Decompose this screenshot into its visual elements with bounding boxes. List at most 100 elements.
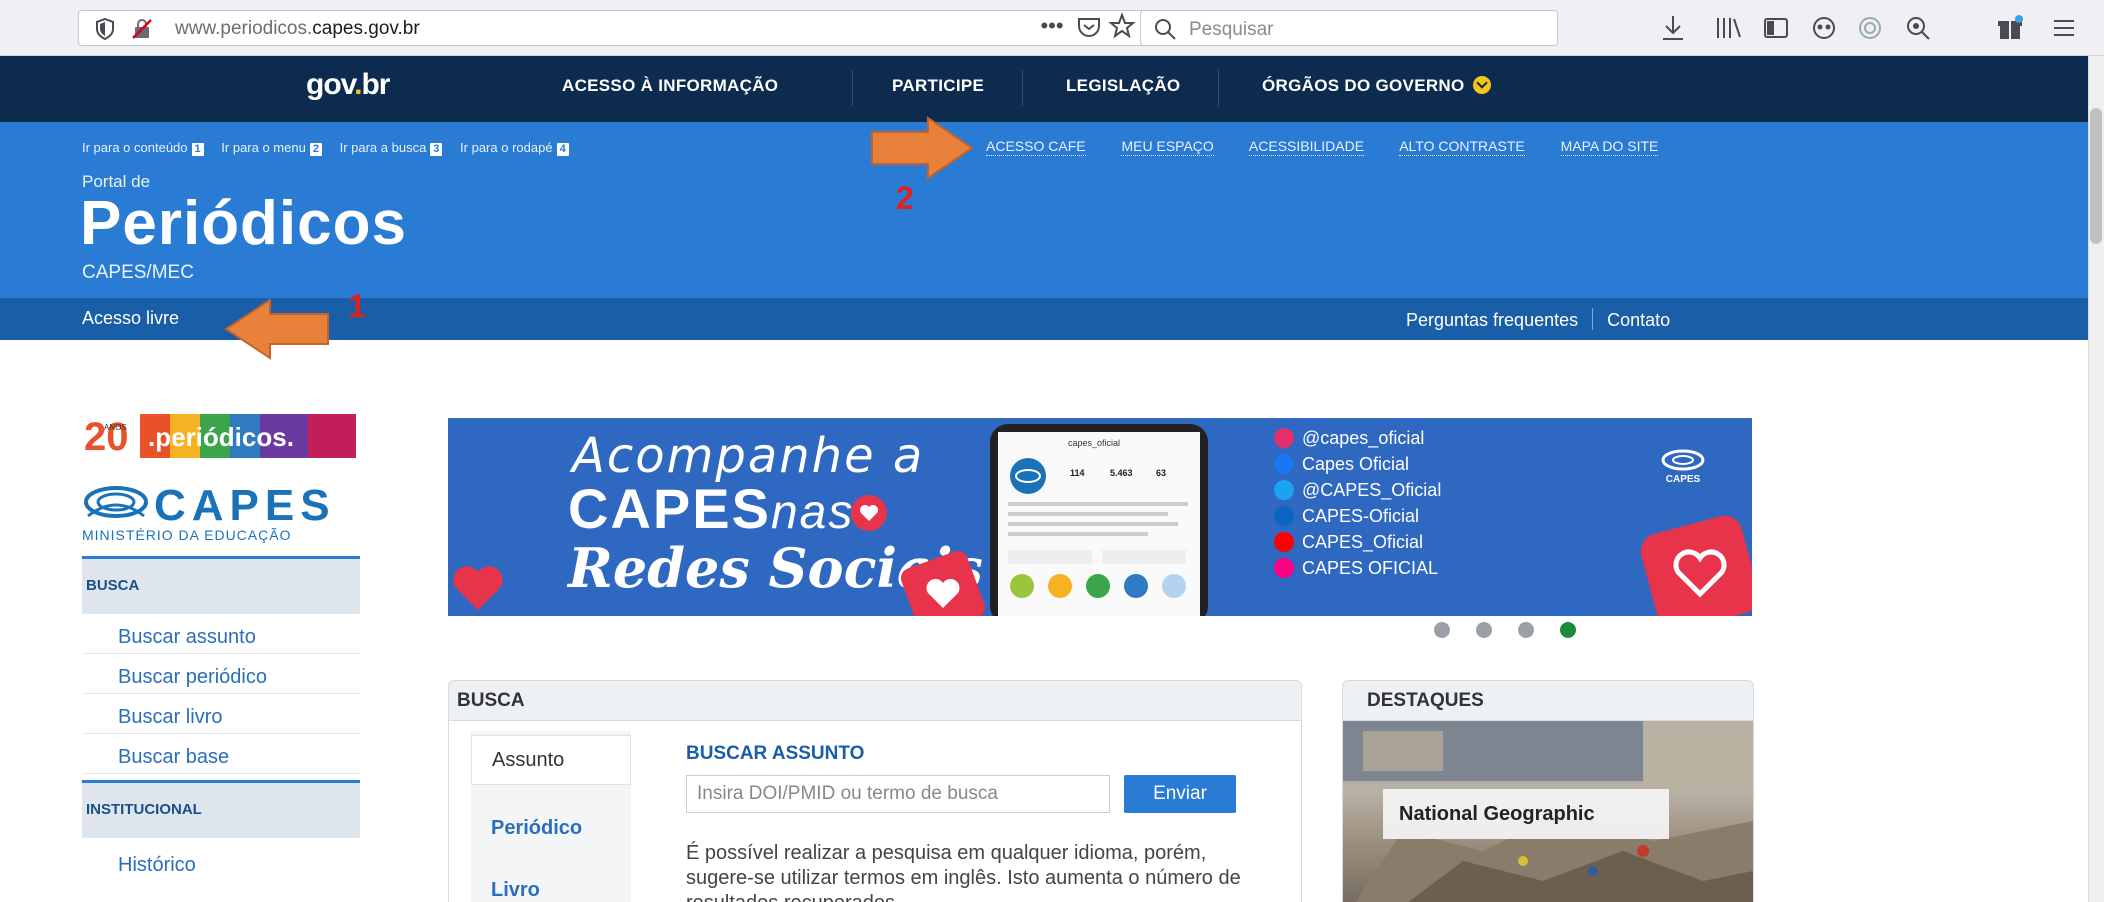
- sidebar-toggle-icon[interactable]: [1762, 14, 1790, 42]
- tab-periodico[interactable]: Periódico: [491, 817, 582, 840]
- contato-link[interactable]: Contato: [1607, 310, 1670, 330]
- carousel-dot[interactable]: [1476, 622, 1492, 638]
- destaque-label: National Geographic: [1383, 789, 1669, 839]
- access-bar-right: Perguntas frequentes Contato: [1406, 308, 1670, 331]
- hamburger-menu-icon[interactable]: [2050, 14, 2078, 42]
- bookmark-star-icon[interactable]: [1108, 12, 1136, 40]
- browser-search-box[interactable]: Pesquisar: [1140, 10, 1558, 46]
- logo-periodicos-text: .periódicos.: [148, 422, 294, 452]
- skip-link-menu[interactable]: Ir para o menu 2: [221, 140, 322, 156]
- carousel-dot[interactable]: [1560, 622, 1576, 638]
- facebook-icon: [1274, 454, 1294, 474]
- extension-icon[interactable]: [1856, 14, 1884, 42]
- sidebar-item-historico[interactable]: Histórico: [82, 848, 360, 882]
- logo-20-sub: ANOS: [104, 423, 127, 432]
- sidebar-item-buscar-assunto[interactable]: Buscar assunto: [82, 620, 360, 654]
- search-input[interactable]: Insira DOI/PMID ou termo de busca: [686, 775, 1110, 813]
- social-twitter[interactable]: @CAPES_Oficial: [1274, 480, 1441, 501]
- social-media-banner[interactable]: Acompanhe a CAPESnas Redes Sociais capes…: [448, 418, 1752, 616]
- flickr-icon: [1274, 558, 1294, 578]
- sidebar-item-buscar-base[interactable]: Buscar base: [82, 740, 360, 774]
- sidebar-category-institucional[interactable]: INSTITUCIONAL: [82, 780, 360, 838]
- capes-logo[interactable]: CAPES MINISTÉRIO DA EDUCAÇÃO: [82, 476, 360, 544]
- annotation-number-2: 2: [896, 180, 914, 216]
- sidebar-item-buscar-livro[interactable]: Buscar livro: [82, 700, 360, 734]
- browser-toolbar: www.periodicos.capes.gov.br ••• Pesquisa…: [0, 0, 2104, 56]
- heart-icon: [1640, 515, 1752, 616]
- busca-panel: BUSCA Assunto Periódico Livro BUSCAR ASS…: [448, 680, 1302, 902]
- carousel-dot[interactable]: [1518, 622, 1534, 638]
- tab-assunto[interactable]: Assunto: [471, 735, 631, 785]
- phone-stat-following: 63: [1156, 468, 1166, 478]
- social-linkedin[interactable]: CAPES-Oficial: [1274, 506, 1419, 527]
- acesso-livre-link[interactable]: Acesso livre: [82, 308, 179, 329]
- tab-livro[interactable]: Livro: [491, 879, 540, 902]
- annotation-arrow-left: [224, 298, 329, 360]
- govbr-logo[interactable]: gov.br: [306, 68, 390, 102]
- phone-stat-followers: 5.463: [1110, 468, 1133, 478]
- portal-header: Ir para o conteúdo 1 Ir para o menu 2 Ir p…: [0, 122, 2104, 298]
- gov-nav-orgaos[interactable]: ÓRGÃOS DO GOVERNO: [1262, 76, 1491, 96]
- url-text[interactable]: www.periodicos.capes.gov.br: [175, 18, 420, 40]
- mask-extension-icon[interactable]: [1810, 14, 1838, 42]
- gov-nav-acesso-informacao[interactable]: ACESSO À INFORMAÇÃO: [562, 76, 778, 96]
- skip-link-content[interactable]: Ir para o conteúdo 1: [82, 140, 204, 156]
- heart-icon: [851, 495, 887, 531]
- linkedin-icon: [1274, 506, 1294, 526]
- portal-subtitle: CAPES/MEC: [82, 262, 194, 283]
- youtube-icon: [1274, 532, 1294, 552]
- twitter-icon: [1274, 480, 1294, 500]
- banner-line-2: CAPESnas: [568, 477, 855, 540]
- sidebar-item-buscar-periodico[interactable]: Buscar periódico: [82, 660, 360, 694]
- gov-nav-divider: [852, 70, 853, 106]
- faq-link[interactable]: Perguntas frequentes: [1406, 310, 1578, 330]
- capes-mini-logo: CAPES: [1661, 449, 1705, 485]
- downloads-icon[interactable]: [1660, 14, 1686, 42]
- gov-nav-divider: [1022, 70, 1023, 106]
- annotation-number-1: 1: [348, 288, 366, 324]
- link-mapa-do-site[interactable]: MAPA DO SITE: [1560, 138, 1659, 156]
- link-alto-contraste[interactable]: ALTO CONTRASTE: [1399, 138, 1525, 156]
- social-instagram[interactable]: @capes_oficial: [1274, 428, 1424, 449]
- phone-stat-posts: 114: [1070, 468, 1085, 478]
- phone-mockup: capes_oficial 114 5.463 63: [990, 424, 1208, 616]
- busca-description: É possível realizar a pesquisa em qualqu…: [686, 842, 1241, 902]
- library-icon[interactable]: [1714, 14, 1742, 42]
- sidebar-category-busca[interactable]: BUSCA: [82, 556, 360, 614]
- periodicos-20-anos-logo[interactable]: 20 ANOS .periódicos.: [84, 412, 356, 460]
- gov-nav-legislacao[interactable]: LEGISLAÇÃO: [1066, 76, 1180, 96]
- capes-mini-text: CAPES: [1666, 474, 1701, 485]
- destaques-panel: DESTAQUES National Geographic: [1342, 680, 1754, 902]
- capes-logo-text: CAPES: [154, 481, 336, 530]
- page-actions-icon[interactable]: •••: [1038, 12, 1066, 40]
- social-flickr[interactable]: CAPES OFICIAL: [1274, 558, 1438, 579]
- link-acessibilidade[interactable]: ACESSIBILIDADE: [1248, 138, 1365, 156]
- gov-nav-participe[interactable]: PARTICIPE: [892, 76, 984, 96]
- scrollbar-thumb[interactable]: [2090, 108, 2102, 244]
- skip-link-search[interactable]: Ir para a busca 3: [340, 140, 443, 156]
- social-facebook[interactable]: Capes Oficial: [1274, 454, 1409, 475]
- heart-icon: [900, 550, 986, 616]
- zoom-extension-icon[interactable]: [1904, 14, 1932, 42]
- phone-username: capes_oficial: [1068, 438, 1120, 448]
- social-youtube[interactable]: CAPES_Oficial: [1274, 532, 1423, 553]
- insecure-lock-icon[interactable]: [131, 18, 153, 40]
- skip-link-footer[interactable]: Ir para o rodapé 4: [460, 140, 569, 156]
- page-title[interactable]: Periódicos: [80, 188, 407, 259]
- browser-search-placeholder: Pesquisar: [1189, 19, 1274, 40]
- tracking-shield-icon[interactable]: [95, 18, 115, 40]
- carousel-dot[interactable]: [1434, 622, 1450, 638]
- whats-new-gift-icon[interactable]: [1996, 14, 2024, 42]
- address-bar[interactable]: www.periodicos.capes.gov.br: [78, 10, 1160, 46]
- enviar-button[interactable]: Enviar: [1124, 775, 1236, 813]
- gov-bar: gov.br ACESSO À INFORMAÇÃO PARTICIPE LEG…: [0, 56, 2104, 122]
- search-icon: [1155, 19, 1176, 40]
- link-meu-espaco[interactable]: MEU ESPAÇO: [1121, 138, 1214, 156]
- destaque-image[interactable]: National Geographic: [1343, 721, 1753, 902]
- capes-logo-sub: MINISTÉRIO DA EDUCAÇÃO: [82, 527, 291, 543]
- link-acesso-cafe[interactable]: ACESSO CAFE: [986, 138, 1086, 156]
- skip-links: Ir para o conteúdo 1 Ir para o menu 2 Ir p…: [82, 140, 583, 156]
- top-links: ACESSO CAFE MEU ESPAÇO ACESSIBILIDADE AL…: [986, 138, 1690, 156]
- destaques-title: DESTAQUES: [1343, 681, 1753, 721]
- pocket-icon[interactable]: [1076, 14, 1102, 40]
